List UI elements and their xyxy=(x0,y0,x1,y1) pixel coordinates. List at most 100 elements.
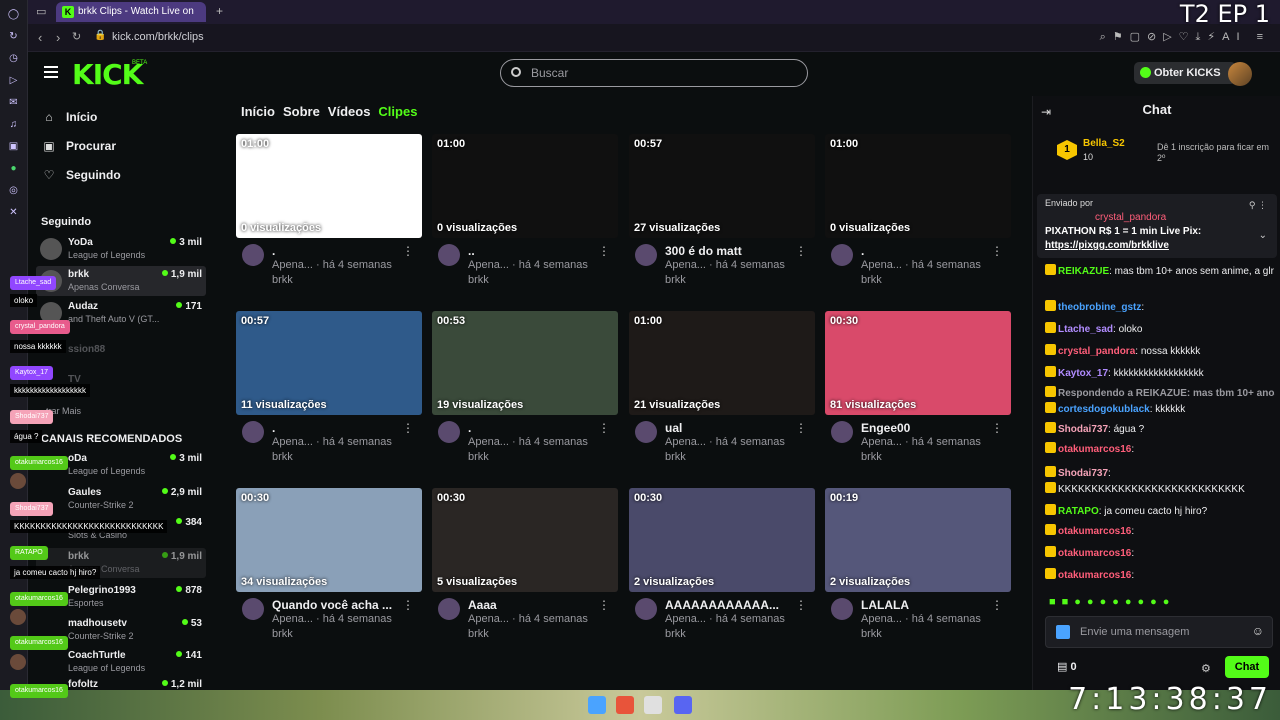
clip-title[interactable]: .. xyxy=(468,244,600,258)
sidebar-channel[interactable]: CoachTurtle League of Legends 141 xyxy=(36,647,206,677)
clip-thumbnail[interactable]: 00:19 2 visualizações xyxy=(825,488,1011,592)
instagram-icon[interactable]: ◎ xyxy=(6,182,22,198)
more-options-icon[interactable]: ⋮ xyxy=(991,244,1003,258)
twitch-icon[interactable]: ▣ xyxy=(6,138,22,154)
clip-channel[interactable]: brkk xyxy=(272,274,293,286)
user-avatar[interactable] xyxy=(1228,62,1252,86)
clip-card[interactable]: 01:00 21 visualizações ual Apena... · há 4 … xyxy=(629,311,815,471)
refresh-icon[interactable]: ↻ xyxy=(6,28,22,44)
pinned-message[interactable]: Enviado por ⚲ ⋮ crystal_pandora PIXATHON… xyxy=(1037,194,1277,258)
whatsapp-icon[interactable]: ● xyxy=(6,160,22,176)
menu-icon[interactable] xyxy=(44,66,58,78)
more-options-icon[interactable]: ⋮ xyxy=(991,598,1003,612)
chat-username[interactable]: otakumarcos16 xyxy=(1058,526,1131,537)
clip-card[interactable]: 00:30 81 visualizações Engee00 Apena... · h… xyxy=(825,311,1011,471)
avatar[interactable] xyxy=(635,598,657,620)
avatar[interactable] xyxy=(438,598,460,620)
emote-bar[interactable]: ■■●●●●●●●● xyxy=(1049,596,1280,612)
clip-title[interactable]: . xyxy=(468,421,600,435)
clip-channel[interactable]: brkk xyxy=(665,451,686,463)
more-options-icon[interactable]: ⋮ xyxy=(598,244,610,258)
gear-icon[interactable]: ⚙ xyxy=(1201,662,1211,675)
sidebar-item-following[interactable]: ♡ Seguindo xyxy=(42,168,121,182)
avatar[interactable] xyxy=(438,244,460,266)
clip-channel[interactable]: brkk xyxy=(272,628,293,640)
clip-thumbnail[interactable]: 00:30 34 visualizações xyxy=(236,488,422,592)
search-box[interactable] xyxy=(500,59,808,87)
clip-card[interactable]: 00:57 11 visualizações. Apena... · há 4 se… xyxy=(236,311,422,471)
chat-username[interactable]: Respondendo a REIKAZUE: mas tbm 10+ anos… xyxy=(1058,388,1275,399)
pin-icon[interactable]: ⚲ ⋮ xyxy=(1249,200,1267,211)
obs-taskbar-icon[interactable] xyxy=(644,696,662,714)
pinned-link[interactable]: https://pixgg.com/brkklive xyxy=(1045,240,1169,251)
clip-title[interactable]: . xyxy=(272,421,404,435)
chat-username[interactable]: REIKAZUE xyxy=(1058,266,1109,277)
avatar[interactable] xyxy=(242,421,264,443)
more-options-icon[interactable]: ⋮ xyxy=(598,598,610,612)
chat-username[interactable]: theobrobine_gstz xyxy=(1058,302,1141,313)
sidebar-channel[interactable]: brkk Apenas Conversa 1,9 mil xyxy=(36,266,206,296)
more-options-icon[interactable]: ⋮ xyxy=(795,244,807,258)
forward-icon[interactable]: › xyxy=(56,30,60,45)
music-icon[interactable]: ♫ xyxy=(6,116,22,132)
url-field[interactable]: kick.com/brkk/clips xyxy=(112,31,204,43)
clip-title[interactable]: Aaaa xyxy=(468,598,600,612)
clip-card[interactable]: 00:30 34 visualizações Quando você acha ..… xyxy=(236,488,422,648)
chat-username[interactable]: cortesdogokublack xyxy=(1058,404,1150,415)
sidebar-item-browse[interactable]: ▣ Procurar xyxy=(42,139,116,153)
clip-card[interactable]: 01:00 0 visualizações. Apena... · há 4 sem… xyxy=(825,134,1011,294)
chat-username[interactable]: Kaytox_17 xyxy=(1058,368,1108,379)
clip-thumbnail[interactable]: 00:53 19 visualizações xyxy=(432,311,618,415)
clip-card[interactable]: 00:30 2 visualizações AAAAAAAAAAAA... Apena… xyxy=(629,488,815,648)
chat-username[interactable]: otakumarcos16 xyxy=(1058,548,1131,559)
clip-channel[interactable]: brkk xyxy=(468,451,489,463)
avatar[interactable] xyxy=(831,244,853,266)
history-icon[interactable]: ◷ xyxy=(6,50,22,66)
extension-icons[interactable]: ⌕⚑▢⊘▷♡⤓⚡AI ≡ xyxy=(1100,30,1270,44)
tab-home[interactable]: Início xyxy=(241,104,275,124)
avatar[interactable] xyxy=(831,598,853,620)
avatar[interactable] xyxy=(831,421,853,443)
avatar[interactable] xyxy=(242,598,264,620)
clip-thumbnail[interactable]: 00:57 11 visualizações xyxy=(236,311,422,415)
sidebar-channel[interactable]: Gaules Counter-Strike 2 2,9 mil xyxy=(36,484,206,514)
clip-channel[interactable]: brkk xyxy=(665,628,686,640)
send-chat-button[interactable]: Chat xyxy=(1225,656,1269,678)
clip-thumbnail[interactable]: 00:30 81 visualizações xyxy=(825,311,1011,415)
discord-taskbar-icon[interactable] xyxy=(674,696,692,714)
search-input[interactable] xyxy=(531,65,791,81)
clip-channel[interactable]: brkk xyxy=(468,274,489,286)
clip-card[interactable]: 01:00 0 visualizações. Apena... · há 4 sem… xyxy=(236,134,422,294)
clip-thumbnail[interactable]: 00:30 2 visualizações xyxy=(629,488,815,592)
windows-start-icon[interactable] xyxy=(588,696,606,714)
back-icon[interactable]: ‹ xyxy=(38,30,42,45)
clip-title[interactable]: AAAAAAAAAAAA... xyxy=(665,598,797,612)
clip-title[interactable]: Quando você acha ... xyxy=(272,598,404,612)
opera-taskbar-icon[interactable] xyxy=(616,696,634,714)
clip-channel[interactable]: brkk xyxy=(861,451,882,463)
more-options-icon[interactable]: ⋮ xyxy=(402,421,414,435)
sidebar-channel[interactable]: YoDa League of Legends 3 mil xyxy=(36,234,206,264)
clip-channel[interactable]: brkk xyxy=(665,274,686,286)
chat-input-box[interactable]: ☺ xyxy=(1045,616,1273,648)
clip-thumbnail[interactable]: 00:57 27 visualizações xyxy=(629,134,815,238)
chat-username[interactable]: Ltache_sad xyxy=(1058,324,1113,335)
tab-about[interactable]: Sobre xyxy=(283,104,320,124)
flow-icon[interactable]: ▷ xyxy=(6,72,22,88)
clip-thumbnail[interactable]: 01:00 0 visualizações xyxy=(236,134,422,238)
more-options-icon[interactable]: ⋮ xyxy=(402,244,414,258)
tab-videos[interactable]: Vídeos xyxy=(328,104,371,124)
clip-title[interactable]: 300 é do matt xyxy=(665,244,797,258)
clip-title[interactable]: ual xyxy=(665,421,797,435)
clip-thumbnail[interactable]: 01:00 0 visualizações xyxy=(432,134,618,238)
clip-card[interactable]: 00:57 27 visualizações 300 é do matt Apena.… xyxy=(629,134,815,294)
clip-channel[interactable]: brkk xyxy=(272,451,293,463)
new-tab-icon[interactable]: + xyxy=(216,4,223,18)
more-options-icon[interactable]: ⋮ xyxy=(795,598,807,612)
more-options-icon[interactable]: ⋮ xyxy=(402,598,414,612)
emoji-icon[interactable]: ☺ xyxy=(1252,624,1264,638)
clip-card[interactable]: 01:00 0 visualizações.. Apena... · há 4 se… xyxy=(432,134,618,294)
chat-username[interactable]: otakumarcos16 xyxy=(1058,444,1131,455)
x-icon[interactable]: ✕ xyxy=(6,204,22,220)
clip-card[interactable]: 00:30 5 visualizações Aaaa Apena... · há 4 … xyxy=(432,488,618,648)
